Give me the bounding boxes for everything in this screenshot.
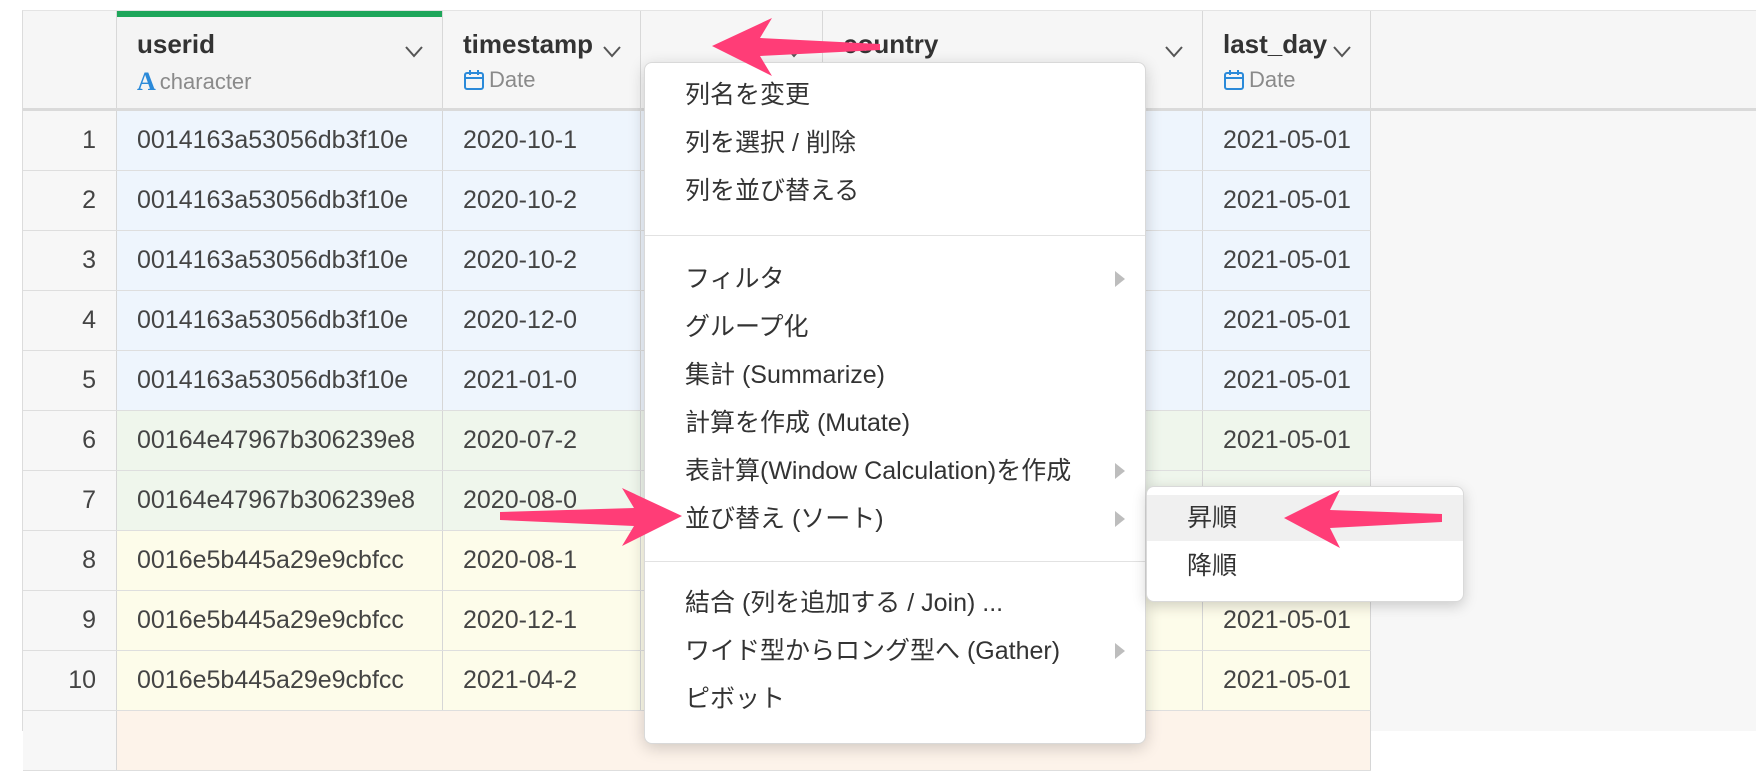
- cell: [23, 711, 117, 770]
- column-header-userid[interactable]: userid A character: [117, 11, 443, 109]
- cell-timestamp[interactable]: 2020-07-2: [443, 411, 641, 470]
- submenu-arrow-icon: [1115, 463, 1125, 479]
- cell-userid[interactable]: 0016e5b445a29e9cbfcc: [117, 591, 443, 650]
- cell-userid[interactable]: 0016e5b445a29e9cbfcc: [117, 651, 443, 710]
- menu-item-reorder-columns[interactable]: 列を並び替える: [685, 171, 1145, 211]
- cell-idx[interactable]: 9: [23, 591, 117, 650]
- column-name: last_day: [1223, 29, 1328, 59]
- menu-item-pivot[interactable]: ピボット: [685, 679, 1145, 719]
- column-type-label: Date: [489, 67, 536, 92]
- column-type-label: character: [159, 69, 252, 94]
- cell-userid[interactable]: 00164e47967b306239e8: [117, 411, 443, 470]
- chevron-down-icon[interactable]: [602, 45, 622, 59]
- submenu-arrow-icon: [1115, 643, 1125, 659]
- cell-timestamp[interactable]: 2020-10-2: [443, 231, 641, 290]
- cell-idx[interactable]: 7: [23, 471, 117, 530]
- menu-item-label: 並び替え (ソート): [685, 505, 884, 533]
- annotation-arrow-icon: [500, 488, 682, 546]
- menu-separator: [645, 561, 1145, 562]
- menu-item-sort[interactable]: 並び替え (ソート): [685, 499, 1145, 539]
- cell-last_day[interactable]: 2021-05-01: [1203, 411, 1371, 470]
- menu-item-summarize[interactable]: 集計 (Summarize): [685, 355, 1145, 395]
- cell-userid[interactable]: 0014163a53056db3f10e: [117, 291, 443, 350]
- menu-item-group-by[interactable]: グループ化: [685, 307, 1145, 347]
- cell-last_day[interactable]: 2021-05-01: [1203, 111, 1371, 170]
- menu-item-window-calculation[interactable]: 表計算(Window Calculation)を作成: [685, 451, 1145, 491]
- cell-userid[interactable]: 0016e5b445a29e9cbfcc: [117, 531, 443, 590]
- cell-userid[interactable]: 0014163a53056db3f10e: [117, 171, 443, 230]
- column-name: userid: [137, 29, 216, 59]
- chevron-down-icon[interactable]: [1332, 45, 1352, 59]
- cell-userid[interactable]: 0014163a53056db3f10e: [117, 351, 443, 410]
- submenu-arrow-icon: [1115, 271, 1125, 287]
- column-name: timestamp: [463, 29, 594, 59]
- cell-timestamp[interactable]: 2020-10-1: [443, 111, 641, 170]
- cell-timestamp[interactable]: 2020-12-1: [443, 591, 641, 650]
- cell-idx[interactable]: 8: [23, 531, 117, 590]
- column-type-label: Date: [1249, 67, 1296, 92]
- column-type: A character: [137, 67, 252, 97]
- cell-idx[interactable]: 10: [23, 651, 117, 710]
- cell-idx[interactable]: 1: [23, 111, 117, 170]
- cell-timestamp[interactable]: 2021-01-0: [443, 351, 641, 410]
- cell-last_day[interactable]: 2021-05-01: [1203, 171, 1371, 230]
- menu-item-label: フィルタ: [685, 265, 785, 293]
- calendar-icon: [1224, 70, 1244, 90]
- cell-last_day[interactable]: 2021-05-01: [1203, 651, 1371, 710]
- menu-item-select-remove[interactable]: 列を選択 / 削除: [685, 123, 1145, 163]
- cell-idx[interactable]: 6: [23, 411, 117, 470]
- menu-item-label: ワイド型からロング型へ (Gather): [685, 637, 1061, 665]
- column-type: Date: [1223, 67, 1295, 93]
- menu-separator: [645, 235, 1145, 236]
- menu-item-gather[interactable]: ワイド型からロング型へ (Gather): [685, 631, 1145, 671]
- annotation-arrow-icon: [1284, 490, 1442, 548]
- column-type: Date: [463, 67, 535, 93]
- cell-idx[interactable]: 4: [23, 291, 117, 350]
- cell-last_day[interactable]: 2021-05-01: [1203, 291, 1371, 350]
- annotation-arrow-icon: [712, 18, 880, 76]
- cell-idx[interactable]: 2: [23, 171, 117, 230]
- column-header-timestamp[interactable]: timestamp Date: [443, 11, 641, 109]
- cell-last_day[interactable]: 2021-05-01: [1203, 231, 1371, 290]
- cell-timestamp[interactable]: 2020-10-2: [443, 171, 641, 230]
- cell-userid[interactable]: 0014163a53056db3f10e: [117, 231, 443, 290]
- cell-last_day[interactable]: 2021-05-01: [1203, 351, 1371, 410]
- selected-column-indicator: [117, 11, 442, 17]
- chevron-down-icon[interactable]: [1164, 45, 1184, 59]
- cell-userid[interactable]: 0014163a53056db3f10e: [117, 111, 443, 170]
- menu-item-mutate[interactable]: 計算を作成 (Mutate): [685, 403, 1145, 443]
- cell-idx[interactable]: 5: [23, 351, 117, 410]
- chevron-down-icon[interactable]: [404, 45, 424, 59]
- character-type-icon: A: [137, 67, 156, 96]
- cell-userid[interactable]: 00164e47967b306239e8: [117, 471, 443, 530]
- cell-idx[interactable]: 3: [23, 231, 117, 290]
- submenu-arrow-icon: [1115, 511, 1125, 527]
- calendar-icon: [464, 70, 484, 90]
- menu-item-filter[interactable]: フィルタ: [685, 259, 1145, 299]
- cell-timestamp[interactable]: 2020-12-0: [443, 291, 641, 350]
- menu-item-join[interactable]: 結合 (列を追加する / Join) ...: [685, 583, 1145, 623]
- column-context-menu: 列名を変更 列を選択 / 削除 列を並び替える フィルタ グループ化 集計 (S…: [644, 62, 1146, 744]
- row-index-header: [23, 11, 117, 109]
- header-filler: [1371, 11, 1756, 109]
- menu-item-label: 表計算(Window Calculation)を作成: [685, 457, 1072, 485]
- column-header-last-day[interactable]: last_day Date: [1203, 11, 1371, 109]
- cell-timestamp[interactable]: 2021-04-2: [443, 651, 641, 710]
